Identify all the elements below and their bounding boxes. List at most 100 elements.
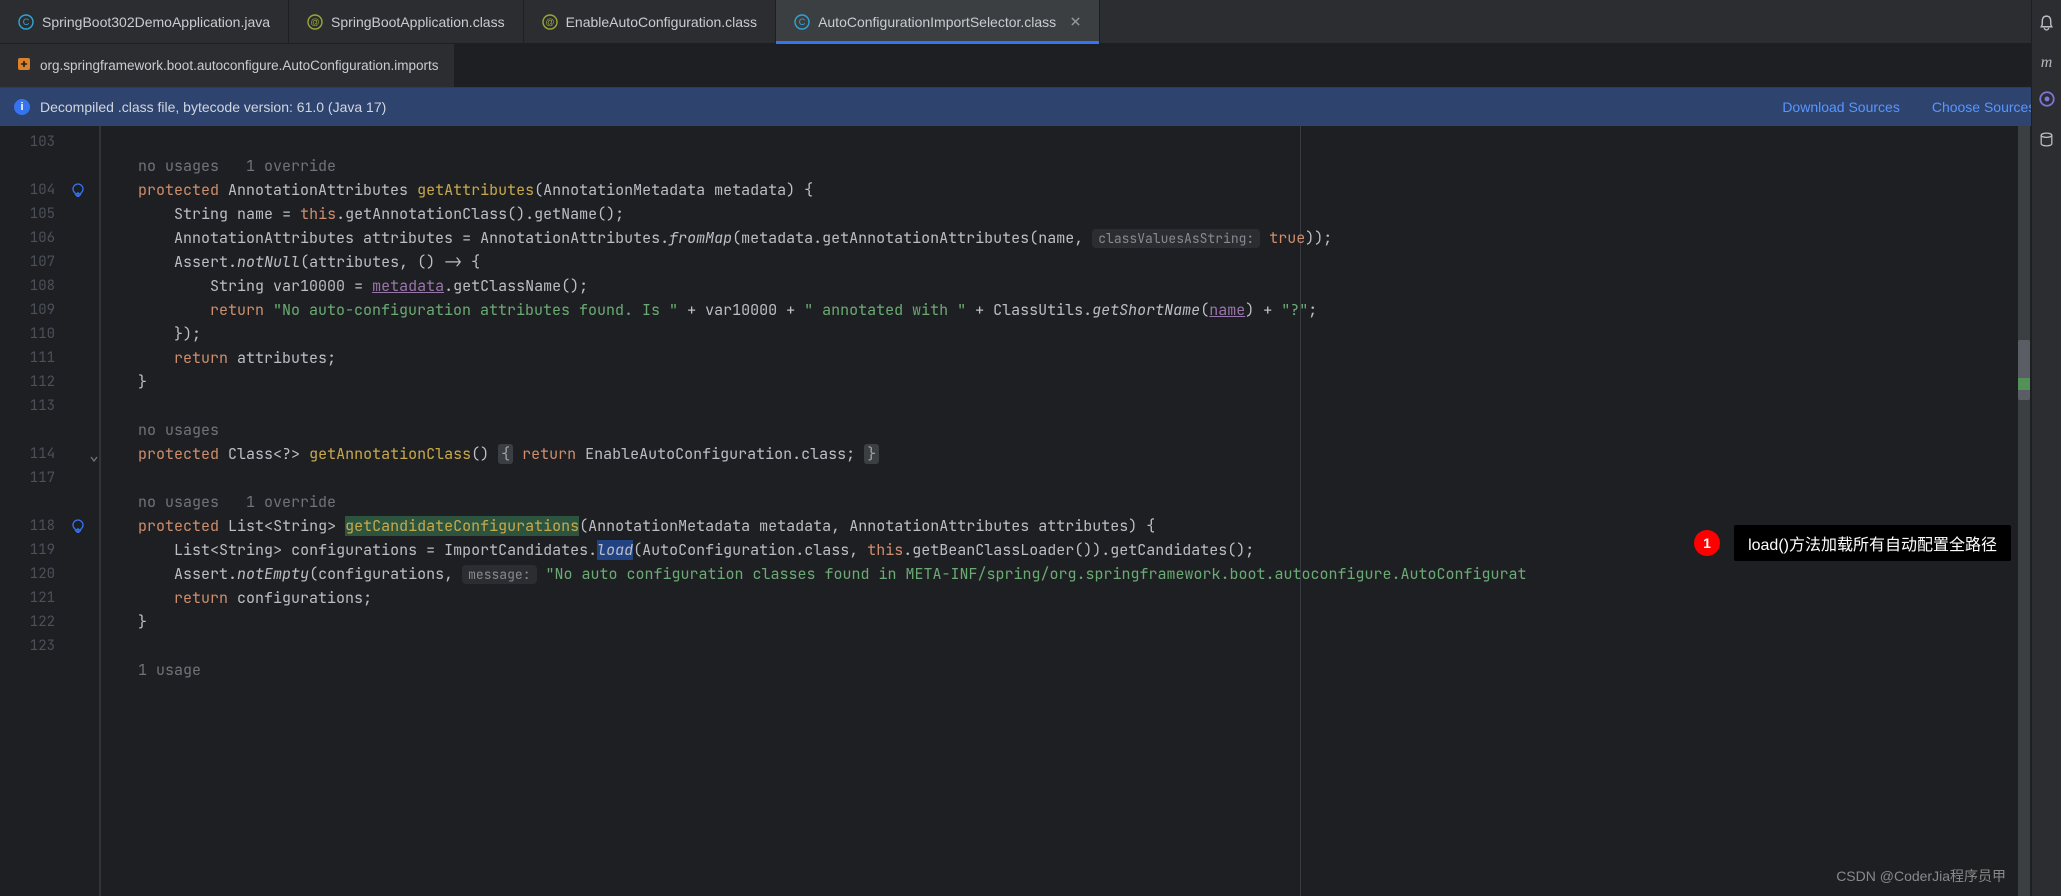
code-viewport[interactable]: no usages 1 override protected Annotatio… bbox=[100, 126, 2061, 896]
code-line: return configurations; bbox=[100, 586, 2061, 610]
callout-number-badge: 1 bbox=[1694, 530, 1720, 556]
gutter-line: 106 bbox=[0, 226, 99, 250]
scrollbar-marker bbox=[2018, 378, 2030, 390]
notifications-icon[interactable] bbox=[2038, 14, 2055, 36]
gutter-line: 111 bbox=[0, 346, 99, 370]
code-line: protected AnnotationAttributes getAttrib… bbox=[100, 178, 2061, 202]
close-icon[interactable] bbox=[1070, 14, 1081, 30]
inlay-hint-line: no usages 1 override bbox=[100, 154, 2061, 178]
usages-hint: no usages bbox=[138, 156, 219, 176]
gutter-line: 123 bbox=[0, 634, 99, 658]
tab-label: AutoConfigurationImportSelector.class bbox=[818, 14, 1056, 30]
code-line: Assert.notEmpty(configurations, message:… bbox=[100, 562, 2061, 586]
inlay-hint: message: bbox=[462, 565, 536, 584]
gutter-line: 113 bbox=[0, 394, 99, 418]
gutter-line: 109 bbox=[0, 298, 99, 322]
usages-hint: no usages bbox=[138, 492, 219, 512]
tab-label: EnableAutoConfiguration.class bbox=[566, 14, 757, 30]
choose-sources-link[interactable]: Choose Sources... bbox=[1932, 99, 2047, 115]
tab-autoconfig-imports[interactable]: org.springframework.boot.autoconfigure.A… bbox=[0, 44, 454, 87]
tab-autoconfigimportselector[interactable]: C AutoConfigurationImportSelector.class bbox=[776, 0, 1100, 43]
inlay-hint: classValuesAsString: bbox=[1092, 229, 1260, 248]
info-bar-text: Decompiled .class file, bytecode version… bbox=[40, 99, 386, 115]
code-line: return attributes; bbox=[100, 346, 2061, 370]
code-line: String name = this.getAnnotationClass().… bbox=[100, 202, 2061, 226]
gutter-line bbox=[0, 418, 99, 442]
tabs-spacer bbox=[1100, 0, 2017, 43]
inlay-hint-line: 1 usage bbox=[100, 658, 2061, 682]
code-line: AnnotationAttributes attributes = Annota… bbox=[100, 226, 2061, 250]
code-line bbox=[100, 394, 2061, 418]
fold-placeholder[interactable]: } bbox=[864, 444, 879, 464]
info-icon: i bbox=[14, 99, 30, 115]
download-sources-link[interactable]: Download Sources bbox=[1782, 99, 1900, 115]
tool-m-icon[interactable]: m bbox=[2041, 54, 2053, 72]
editor-area: 103 104 105 106 107 108 109 110 111 112 … bbox=[0, 126, 2061, 896]
callout-annotation: 1 load()方法加载所有自动配置全路径 bbox=[1694, 525, 2011, 561]
override-hint: 1 override bbox=[246, 156, 336, 176]
code-line bbox=[100, 634, 2061, 658]
gutter-line: 108 bbox=[0, 274, 99, 298]
gutter: 103 104 105 106 107 108 109 110 111 112 … bbox=[0, 126, 100, 896]
imports-icon bbox=[16, 56, 32, 75]
code-line: } bbox=[100, 610, 2061, 634]
tab-enableautoconfig[interactable]: @ EnableAutoConfiguration.class bbox=[524, 0, 776, 43]
decompiled-info-bar: i Decompiled .class file, bytecode versi… bbox=[0, 88, 2061, 126]
database-icon[interactable] bbox=[2038, 131, 2055, 153]
gutter-line: 119 bbox=[0, 538, 99, 562]
gutter-line: 107 bbox=[0, 250, 99, 274]
tab-label: SpringBootApplication.class bbox=[331, 14, 505, 30]
secondary-tabs-row: org.springframework.boot.autoconfigure.A… bbox=[0, 44, 2061, 88]
code-line bbox=[100, 130, 2061, 154]
class-icon: C bbox=[794, 14, 810, 30]
svg-text:@: @ bbox=[545, 17, 554, 27]
svg-text:@: @ bbox=[310, 17, 319, 27]
tab-springboot-demo[interactable]: C SpringBoot302DemoApplication.java bbox=[0, 0, 289, 43]
code-line: Assert.notNull(attributes, () -> { bbox=[100, 250, 2061, 274]
callout-text: load()方法加载所有自动配置全路径 bbox=[1734, 525, 2011, 561]
scrollbar-thumb[interactable] bbox=[2018, 340, 2030, 400]
code-line bbox=[100, 466, 2061, 490]
tab-label: SpringBoot302DemoApplication.java bbox=[42, 14, 270, 30]
gutter-line: 112 bbox=[0, 370, 99, 394]
code-line: protected Class<?> getAnnotationClass() … bbox=[100, 442, 2061, 466]
override-down-icon[interactable] bbox=[69, 181, 87, 199]
override-down-icon[interactable] bbox=[69, 517, 87, 535]
gutter-line: 121 bbox=[0, 586, 99, 610]
gutter-line: 118 bbox=[0, 514, 99, 538]
fold-placeholder[interactable]: { bbox=[498, 444, 513, 464]
tab-springbootapplication[interactable]: @ SpringBootApplication.class bbox=[289, 0, 524, 43]
svg-text:C: C bbox=[799, 17, 806, 27]
usages-hint: no usages bbox=[138, 420, 219, 440]
watermark: CSDN @CoderJia程序员甲 bbox=[1836, 866, 2006, 886]
inlay-hint-line: no usages 1 override bbox=[100, 490, 2061, 514]
usages-hint: 1 usage bbox=[138, 660, 201, 680]
gutter-line: 110 bbox=[0, 322, 99, 346]
code-line: String var10000 = metadata.getClassName(… bbox=[100, 274, 2061, 298]
gutter-line bbox=[0, 154, 99, 178]
gutter-line: 117 bbox=[0, 466, 99, 490]
override-hint: 1 override bbox=[246, 492, 336, 512]
annotation-icon: @ bbox=[307, 14, 323, 30]
scrollbar-track[interactable] bbox=[2018, 126, 2030, 896]
code-line: }); bbox=[100, 322, 2061, 346]
gutter-line: 114 bbox=[0, 442, 99, 466]
code-line: } bbox=[100, 370, 2061, 394]
gutter-line: 105 bbox=[0, 202, 99, 226]
gutter-line: 122 bbox=[0, 610, 99, 634]
inlay-hint-line: no usages bbox=[100, 418, 2061, 442]
fold-expand-icon[interactable] bbox=[87, 448, 99, 460]
editor-tabs-row: C SpringBoot302DemoApplication.java @ Sp… bbox=[0, 0, 2061, 44]
right-tool-strip: m bbox=[2031, 0, 2061, 896]
gutter-line bbox=[0, 658, 99, 682]
gutter-line bbox=[0, 490, 99, 514]
gutter-line: 120 bbox=[0, 562, 99, 586]
secondary-tab-label: org.springframework.boot.autoconfigure.A… bbox=[40, 58, 438, 73]
annotation-icon: @ bbox=[542, 14, 558, 30]
gutter-line: 103 bbox=[0, 130, 99, 154]
ai-assistant-icon[interactable] bbox=[2038, 90, 2056, 113]
code-line: return "No auto-configuration attributes… bbox=[100, 298, 2061, 322]
class-icon: C bbox=[18, 14, 34, 30]
svg-text:C: C bbox=[23, 17, 30, 27]
gutter-line: 104 bbox=[0, 178, 99, 202]
